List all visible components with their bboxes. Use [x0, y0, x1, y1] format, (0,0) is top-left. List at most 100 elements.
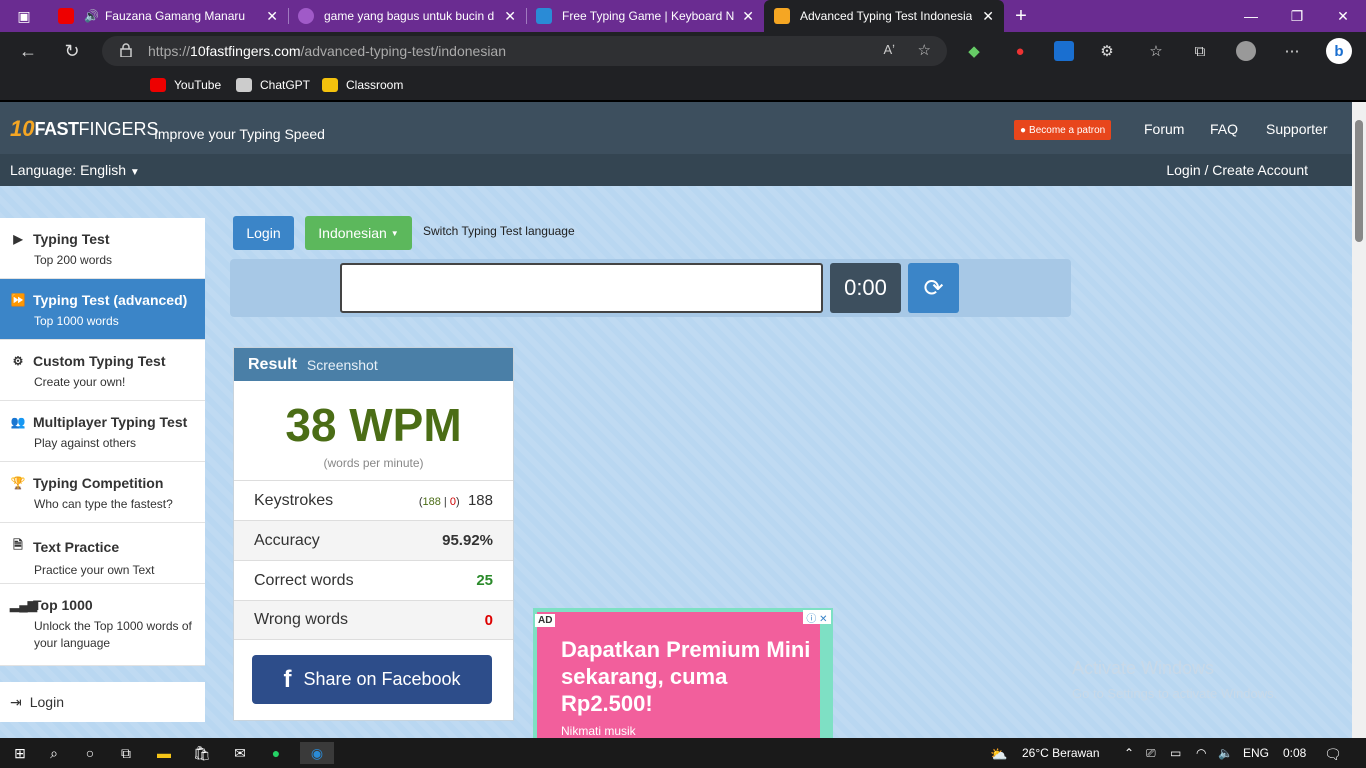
favorite-star-icon[interactable]: ☆ — [918, 41, 931, 59]
keystrokes-total: 188 — [467, 492, 493, 509]
close-icon[interactable]: ✕ — [266, 8, 278, 25]
typing-input[interactable] — [340, 263, 823, 313]
activate-windows-title: Activate Windows — [1072, 658, 1215, 678]
extension-blue-icon[interactable] — [1054, 41, 1074, 61]
reload-button[interactable]: ⟳ — [908, 263, 959, 313]
classroom-icon — [322, 78, 338, 92]
accuracy-row: Accuracy 95.92% — [234, 520, 513, 560]
input-language[interactable]: ENG — [1243, 746, 1269, 760]
sidebar-item-multiplayer[interactable]: 👥 Multiplayer Typing Test Play against ot… — [0, 401, 205, 462]
bookmarks-bar: YouTube ChatGPT Classroom — [0, 70, 1366, 100]
tab-2[interactable]: game yang bagus untuk bucin d ✕ — [288, 0, 526, 32]
minimize-icon[interactable]: — — [1228, 0, 1274, 32]
close-icon[interactable]: ✕ — [982, 8, 994, 25]
mail-icon[interactable]: ✉ — [228, 742, 252, 764]
close-icon[interactable]: ✕ — [504, 8, 516, 25]
sidebar-item-typing-test[interactable]: ▶ Typing Test Top 200 words — [0, 218, 205, 279]
url-bar[interactable]: https://10fastfingers.com/advanced-typin… — [102, 36, 947, 66]
sidebar-item-title: Typing Test (advanced) — [33, 292, 188, 308]
correct-words-row: Correct words 25 — [234, 560, 513, 600]
cortana-icon[interactable]: ○ — [78, 742, 102, 764]
sidebar-login-label: Login — [29, 694, 64, 710]
language-selector[interactable]: Language: English ▼ — [10, 162, 140, 178]
tab-actions-icon[interactable]: ▣ — [0, 0, 48, 32]
patron-button[interactable]: ● Become a patron — [1014, 120, 1112, 140]
bookmark-classroom[interactable]: Classroom — [322, 76, 403, 94]
weather-text[interactable]: 26°C Berawan — [1022, 746, 1100, 760]
sidebar-item-typing-test-advanced[interactable]: ⏩ Typing Test (advanced) Top 1000 words — [0, 279, 205, 340]
wrong-words-row: Wrong words 0 — [234, 600, 513, 640]
lock-icon — [120, 43, 132, 57]
result-header: Result Screenshot — [234, 348, 513, 381]
youtube-icon — [150, 78, 166, 92]
sign-in-icon: ⇥ — [10, 693, 22, 710]
sidebar-login[interactable]: ⇥ Login — [0, 682, 205, 722]
refresh-icon[interactable]: ↻ — [58, 38, 86, 64]
volume-icon[interactable]: 🔈 — [1218, 746, 1233, 760]
file-explorer-icon[interactable]: ▬ — [152, 742, 176, 764]
bookmark-youtube[interactable]: YouTube — [150, 76, 221, 94]
profile-avatar[interactable] — [1236, 41, 1256, 61]
new-tab-icon[interactable]: + — [1004, 0, 1038, 32]
ad-close-icon[interactable]: ⓘ ✕ — [803, 610, 831, 625]
keystrokes-label: Keystrokes — [254, 491, 334, 509]
nav-supporter[interactable]: Supporter — [1266, 121, 1327, 137]
sidebar-item-sub: Top 200 words — [34, 253, 113, 267]
correct-words-value: 25 — [476, 572, 493, 589]
site-logo[interactable]: 10 FAST FINGERS — [10, 112, 159, 146]
task-view-icon[interactable]: ⧉ — [114, 742, 138, 764]
share-facebook-button[interactable]: f Share on Facebook — [252, 655, 492, 704]
collections-icon[interactable]: ⧉ — [1190, 41, 1210, 61]
sidebar-item-title: Custom Typing Test — [33, 353, 166, 369]
sidebar-item-top-1000[interactable]: ▂▄▆ Top 1000 Unlock the Top 1000 words of… — [0, 584, 205, 666]
advertisement[interactable]: AD ⓘ ✕ Dapatkan Premium Mini sekarang, c… — [533, 608, 833, 738]
bookmark-chatgpt[interactable]: ChatGPT — [236, 76, 310, 94]
chevron-up-icon[interactable]: ⌃ — [1124, 746, 1134, 760]
wifi-icon[interactable]: ◠ — [1196, 746, 1206, 760]
sidebar-item-custom-typing-test[interactable]: ⚙ Custom Typing Test Create your own! — [0, 340, 205, 401]
more-menu-icon[interactable]: ⋯ — [1282, 41, 1302, 61]
sidebar-item-competition[interactable]: 🏆 Typing Competition Who can type the fas… — [0, 462, 205, 523]
login-button[interactable]: Login — [233, 216, 294, 250]
edge-icon[interactable]: ◉ — [300, 742, 334, 764]
language-dropdown[interactable]: Indonesian ▼ — [305, 216, 412, 250]
bookmark-label: Classroom — [346, 78, 404, 92]
sidebar-item-text-practice[interactable]: 🗎 Text Practice Practice your own Text — [0, 523, 205, 584]
back-icon[interactable]: ← — [14, 38, 42, 64]
restore-icon[interactable]: ❐ — [1274, 0, 1320, 32]
login-create-link[interactable]: Login / Create Account — [1166, 162, 1308, 178]
network-icon[interactable]: ⎚ — [1146, 746, 1156, 761]
chatgpt-icon — [236, 78, 252, 92]
close-window-icon[interactable]: ✕ — [1320, 0, 1366, 32]
url-path: /advanced-typing-test/indonesian — [300, 43, 506, 59]
extensions-icon[interactable]: ⚙ — [1097, 41, 1117, 61]
search-icon[interactable]: ⌕ — [42, 742, 66, 764]
tab-4[interactable]: Advanced Typing Test Indonesia ✕ — [764, 0, 1004, 32]
read-aloud-icon[interactable]: Aʼ — [883, 42, 895, 57]
nav-faq[interactable]: FAQ — [1210, 121, 1238, 137]
sidebar-item-sub: Create your own! — [34, 375, 126, 389]
notification-icon[interactable]: 🗨 — [1324, 746, 1342, 763]
store-icon[interactable]: 🛍 — [190, 742, 214, 764]
tab-1[interactable]: 🔊 Fauzana Gamang Manarua... ✕ — [48, 0, 288, 32]
nav-forum[interactable]: Forum — [1144, 121, 1184, 137]
screenshot-tab[interactable]: Screenshot — [307, 357, 378, 373]
keystrokes-row: Keystrokes (188 | 0) 188 — [234, 480, 513, 520]
bing-icon[interactable]: b — [1326, 38, 1352, 64]
windows-start-icon[interactable]: ⊞ — [8, 742, 32, 764]
close-icon[interactable]: ✕ — [742, 8, 754, 25]
whatsapp-icon[interactable]: ● — [264, 742, 288, 764]
ad-sub: Nikmati musik — [561, 724, 636, 738]
scrollbar[interactable] — [1352, 102, 1366, 738]
extension-adblock-icon[interactable]: ● — [1010, 41, 1030, 61]
extension-icon[interactable]: ◆ — [964, 41, 984, 61]
battery-icon[interactable]: ▭ — [1170, 746, 1181, 760]
favorites-icon[interactable]: ☆ — [1146, 41, 1166, 61]
caret-down-icon: ▼ — [390, 228, 399, 238]
bookmark-label: YouTube — [174, 78, 222, 92]
clock[interactable]: 0:08 — [1283, 746, 1306, 760]
scrollbar-thumb[interactable] — [1355, 120, 1363, 242]
bookmark-label: ChatGPT — [260, 78, 311, 92]
tab-3[interactable]: Free Typing Game | Keyboard N ✕ — [526, 0, 764, 32]
tab-title: Advanced Typing Test Indonesia — [800, 9, 972, 23]
